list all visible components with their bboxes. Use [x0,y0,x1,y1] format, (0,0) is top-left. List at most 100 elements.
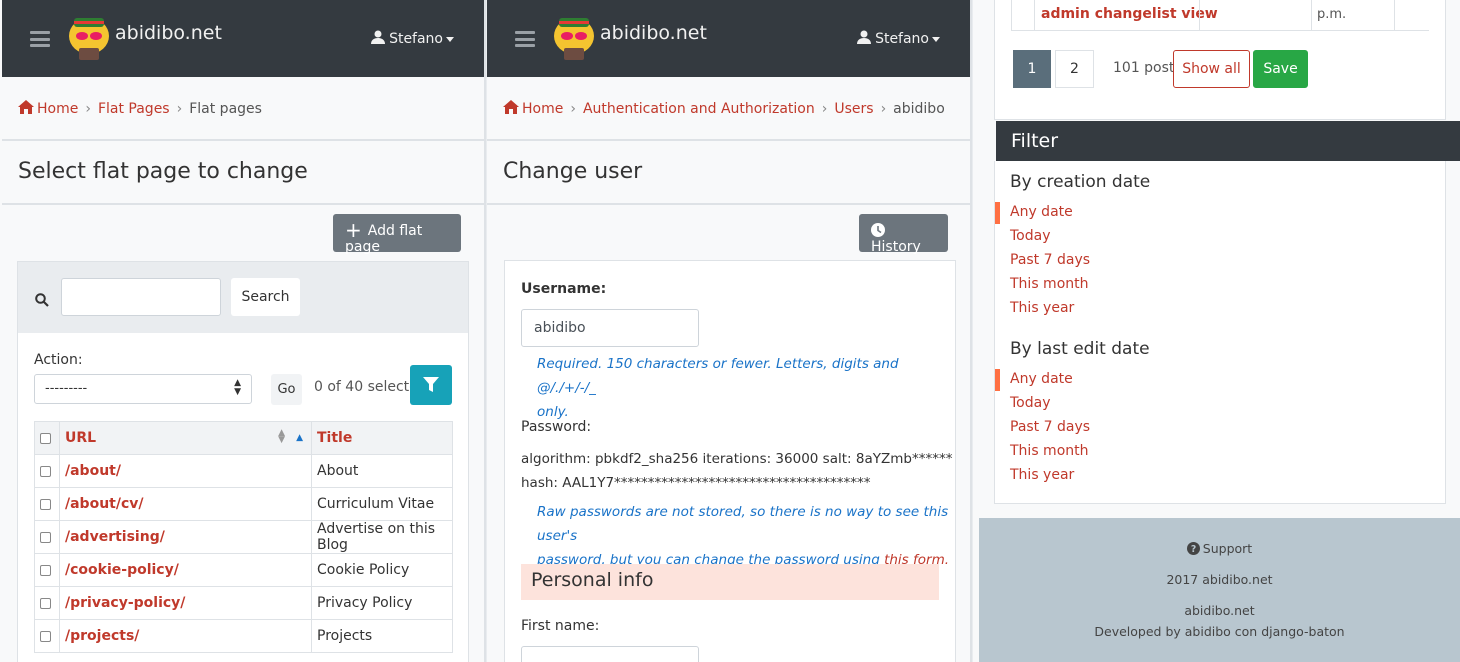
breadcrumb-sep: › [821,101,828,117]
select-arrows-icon: ▲ ▼ [234,378,241,397]
filter-panel: By creation date Any date Today Past 7 d… [994,161,1446,504]
home-icon [18,100,34,114]
filter-edit-year[interactable]: This year [1010,467,1074,483]
row-select-cell [1011,0,1035,31]
support-link[interactable]: ? Support [979,541,1460,556]
row-checkbox[interactable] [40,564,51,576]
breadcrumb-users[interactable]: Users [834,101,873,117]
select-all-checkbox[interactable] [40,432,51,444]
row-title: About [311,454,453,488]
posts-count: 101 posts [1113,60,1182,76]
password-label: Password: [521,419,592,435]
filter-creation-any[interactable]: Any date [1010,204,1073,220]
row-checkbox[interactable] [40,597,51,609]
navbar: abidibo.net Stefano [2,0,484,77]
filter-edit-any[interactable]: Any date [1010,371,1073,387]
filter-creation-title: By creation date [1010,172,1151,192]
filter-edit-month[interactable]: This month [1010,443,1089,459]
filter-edit-7days[interactable]: Past 7 days [1010,419,1090,435]
flatpages-panel: abidibo.net Stefano Home › Flat Pages › Flat… [0,0,486,662]
menu-icon[interactable] [515,31,535,47]
posts-changelist-panel: admin changelist view p.m. 1 2 101 posts… [973,0,1460,662]
row-title: Advertise on this Blog [311,520,453,554]
filter-header: Filter [996,121,1460,161]
clock-icon [871,223,885,237]
search-input[interactable] [61,278,221,316]
page-2-button[interactable]: 2 [1055,50,1094,88]
username-label: Username: [521,281,607,297]
breadcrumb-sep: › [85,101,91,117]
changelist-bottom: admin changelist view p.m. 1 2 101 posts… [994,0,1446,120]
home-icon [503,100,519,114]
row-url-link[interactable]: /cookie-policy/ [59,553,312,587]
fieldset-personal-info: Personal info [521,564,939,600]
breadcrumb-sep: › [570,101,576,117]
row-checkbox[interactable] [40,498,51,510]
save-button[interactable]: Save [1253,50,1308,88]
logo-icon [554,18,594,60]
row-title-link[interactable]: admin changelist view [1041,6,1218,22]
sort-toggle-icon[interactable]: ▲ ▼ [278,429,285,445]
column-title[interactable]: Title [311,421,453,455]
chevron-down-icon [932,36,940,42]
password-help: Raw passwords are not stored, so there i… [537,500,955,572]
column-url[interactable]: URL ▲ ▼ ▲ [59,421,312,455]
table-row: admin changelist view p.m. [1011,0,1429,31]
row-url-link[interactable]: /about/cv/ [59,487,312,521]
brand-name[interactable]: abidibo.net [115,22,222,44]
history-label: History [871,239,921,255]
search-button[interactable]: Search [231,278,300,316]
filter-creation-month[interactable]: This month [1010,276,1089,292]
row-checkbox[interactable] [40,465,51,477]
row-url-link[interactable]: /about/ [59,454,312,488]
filter-creation-year[interactable]: This year [1010,300,1074,316]
menu-icon[interactable] [30,31,50,47]
row-checkbox[interactable] [40,630,51,642]
breadcrumb-home[interactable]: Home [522,101,563,117]
row-cell [1199,0,1312,31]
page-title: Select flat page to change [2,143,484,205]
breadcrumb-home[interactable]: Home [37,101,78,117]
add-flatpage-button[interactable]: + Add flat page [333,214,461,255]
breadcrumb-flatpages-app[interactable]: Flat Pages [98,101,170,117]
row-url-link[interactable]: /projects/ [59,619,312,653]
action-select-value: --------- [45,381,88,396]
row-url-link[interactable]: /privacy-policy/ [59,586,312,620]
search-toolbar: Search [18,262,468,333]
first-name-label: First name: [521,618,600,634]
history-button[interactable]: History [859,214,948,255]
footer-copyright: 2017 abidibo.net [1166,572,1273,587]
change-user-panel: abidibo.net Stefano Home › Authentication … [487,0,972,662]
row-divider [1394,0,1395,31]
filter-selected-indicator [995,202,1000,224]
filter-creation-today[interactable]: Today [1010,228,1051,244]
svg-text:?: ? [1191,544,1196,555]
show-all-button[interactable]: Show all [1173,50,1250,88]
action-select[interactable]: --------- ▲ ▼ [34,374,252,404]
row-title: Curriculum Vitae [311,487,453,521]
breadcrumb-sep: › [880,101,887,117]
username-help: Required. 150 characters or fewer. Lette… [537,352,955,424]
row-url-link[interactable]: /advertising/ [59,520,312,554]
sort-ascending-icon[interactable]: ▲ [296,433,303,443]
breadcrumb-auth-app[interactable]: Authentication and Authorization [583,101,815,117]
username-field[interactable] [521,309,699,347]
question-icon: ? [1186,542,1200,555]
filter-toggle-button[interactable] [410,365,452,405]
user-menu[interactable]: Stefano [857,30,940,47]
breadcrumb-current: Flat pages [189,101,262,117]
go-button[interactable]: Go [271,374,302,405]
username-help-line-1: Required. 150 characters or fewer. Lette… [537,356,899,396]
user-menu[interactable]: Stefano [371,30,454,47]
user-name: Stefano [875,31,929,47]
row-checkbox[interactable] [40,531,51,543]
filter-selected-indicator [995,369,1000,391]
filter-creation-7days[interactable]: Past 7 days [1010,252,1090,268]
filter-edit-today[interactable]: Today [1010,395,1051,411]
page-1-button[interactable]: 1 [1013,50,1051,88]
breadcrumb: Home › Flat Pages › Flat pages [2,77,484,141]
navbar: abidibo.net Stefano [487,0,970,77]
table-row: /about/About [34,454,453,488]
first-name-field[interactable] [521,646,699,662]
brand-name[interactable]: abidibo.net [600,22,707,44]
